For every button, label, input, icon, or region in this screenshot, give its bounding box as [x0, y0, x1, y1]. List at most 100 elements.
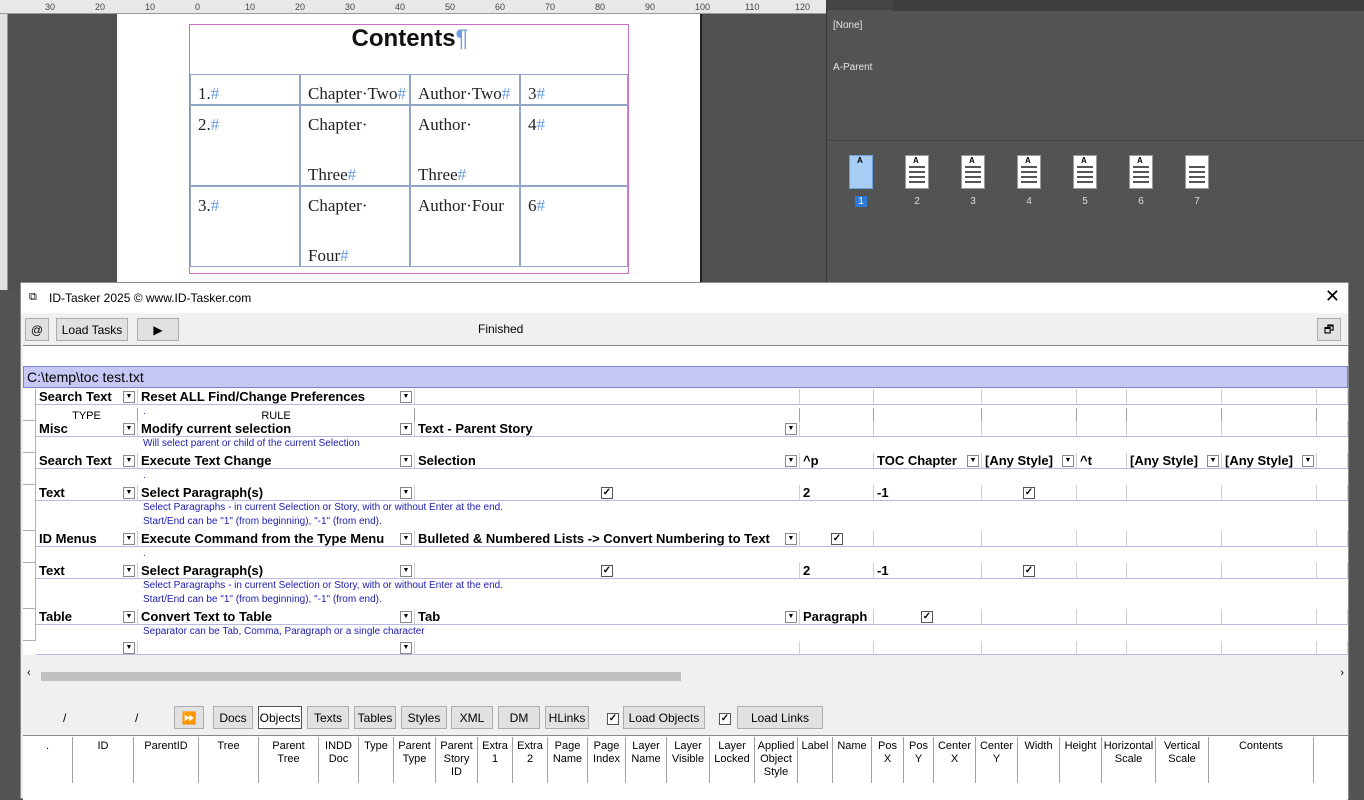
dropdown-arrow-icon[interactable]: ▼: [123, 487, 135, 499]
task-cell-rule[interactable]: Execute Command from the Type Menu ▼: [138, 531, 415, 547]
page-thumbnail[interactable]: A: [1017, 155, 1041, 189]
page-number[interactable]: 4: [1017, 196, 1041, 207]
scroll-left-icon[interactable]: ‹: [27, 667, 31, 679]
dropdown-arrow-icon[interactable]: ▼: [785, 533, 797, 545]
object-column-header[interactable]: Extra 2: [513, 737, 548, 783]
task-cell-p8[interactable]: [1317, 389, 1348, 405]
task-cell-p3[interactable]: TOC Chapter ▼: [874, 453, 982, 469]
task-cell-p3[interactable]: [874, 421, 982, 437]
object-column-header[interactable]: Height: [1060, 737, 1102, 783]
object-column-header[interactable]: INDD Doc: [319, 737, 359, 783]
task-cell-rule[interactable]: Select Paragraph(s) ▼: [138, 563, 415, 579]
page-number[interactable]: 3: [961, 196, 985, 207]
none-parent-label[interactable]: [None]: [833, 20, 862, 31]
object-column-header[interactable]: Layer Name: [626, 737, 667, 783]
object-column-header[interactable]: Type: [359, 737, 394, 783]
dropdown-arrow-icon[interactable]: ▼: [123, 565, 135, 577]
task-cell-p8[interactable]: [1317, 421, 1348, 437]
task-cell-type[interactable]: ID Menus ▼: [36, 531, 138, 547]
task-cell-p3[interactable]: [874, 531, 982, 547]
row-header[interactable]: [23, 485, 36, 531]
object-column-header[interactable]: Page Index: [588, 737, 626, 783]
horizontal-scrollbar[interactable]: ‹ ›: [23, 667, 1348, 683]
object-column-header[interactable]: Label: [798, 737, 833, 783]
dropdown-arrow-icon[interactable]: ▼: [967, 455, 979, 467]
fast-forward-button[interactable]: ⏩: [174, 706, 204, 729]
task-cell-type[interactable]: Text ▼: [36, 563, 138, 579]
task-cell-p3[interactable]: -1: [874, 563, 982, 579]
row-header[interactable]: [23, 389, 36, 421]
task-cell-p3[interactable]: [874, 389, 982, 405]
task-cell-p8[interactable]: [1317, 453, 1348, 469]
tab-tables-button[interactable]: Tables: [354, 706, 396, 729]
row-checkbox[interactable]: ✓: [1023, 565, 1035, 577]
dropdown-arrow-icon[interactable]: ▼: [1302, 455, 1314, 467]
dropdown-arrow-icon[interactable]: ▼: [400, 391, 412, 403]
page-thumbnail[interactable]: A: [1073, 155, 1097, 189]
dropdown-arrow-icon[interactable]: ▼: [785, 611, 797, 623]
load-objects-button[interactable]: Load Objects: [623, 706, 705, 729]
page-number[interactable]: 2: [905, 196, 929, 207]
play-button[interactable]: ▶: [137, 318, 179, 341]
object-column-header[interactable]: Layer Visible: [667, 737, 710, 783]
at-button[interactable]: @: [25, 318, 49, 341]
task-cell-p7[interactable]: [1222, 563, 1317, 579]
a-parent-label[interactable]: A-Parent: [833, 62, 872, 73]
object-column-header[interactable]: Layer Locked: [710, 737, 755, 783]
task-cell-p7[interactable]: [1222, 531, 1317, 547]
close-icon[interactable]: ✕: [1325, 286, 1340, 307]
object-column-header[interactable]: Horizontal Scale: [1102, 737, 1156, 783]
tab-hlinks-button[interactable]: HLinks: [545, 706, 589, 729]
tab-dm-button[interactable]: DM: [498, 706, 540, 729]
task-cell-p5[interactable]: [1077, 563, 1127, 579]
object-column-header[interactable]: ParentID: [134, 737, 199, 783]
task-cell-p7[interactable]: [1222, 609, 1317, 625]
row-checkbox[interactable]: ✓: [921, 611, 933, 623]
task-cell-type[interactable]: Search Text ▼: [36, 453, 138, 469]
empty-cell[interactable]: [1127, 641, 1222, 655]
task-cell-p8[interactable]: [1317, 485, 1348, 501]
tab-docs-button[interactable]: Docs: [213, 706, 253, 729]
dropdown-arrow-icon[interactable]: ▼: [123, 391, 135, 403]
page-thumbnail[interactable]: A: [905, 155, 929, 189]
task-cell-p6[interactable]: [Any Style] ▼: [1127, 453, 1222, 469]
dropdown-arrow-icon[interactable]: ▼: [123, 611, 135, 623]
object-column-header[interactable]: Pos X: [872, 737, 904, 783]
task-cell-p8[interactable]: [1317, 609, 1348, 625]
object-column-header[interactable]: Center Y: [976, 737, 1018, 783]
task-cell-p7[interactable]: [1222, 485, 1317, 501]
task-cell-p5[interactable]: [1077, 531, 1127, 547]
task-cell-p2[interactable]: [800, 421, 874, 437]
task-cell-p8[interactable]: [1317, 531, 1348, 547]
empty-cell[interactable]: [1317, 641, 1348, 655]
object-column-header[interactable]: Parent Story ID: [436, 737, 478, 783]
object-column-header[interactable]: ID: [73, 737, 134, 783]
task-cell-p6[interactable]: [1127, 485, 1222, 501]
task-cell-p5[interactable]: [1077, 421, 1127, 437]
task-cell-p6[interactable]: [1127, 531, 1222, 547]
dropdown-arrow-icon[interactable]: ▼: [785, 423, 797, 435]
empty-cell[interactable]: [874, 641, 982, 655]
text-frame[interactable]: Contents¶ 1.# Chapter·Two# Author·Two# 3# 2.…: [189, 24, 629, 274]
task-cell-p6[interactable]: [1127, 421, 1222, 437]
empty-cell[interactable]: ▼: [138, 641, 415, 655]
task-cell-p7[interactable]: [1222, 421, 1317, 437]
task-cell-p1[interactable]: Selection ▼: [415, 453, 800, 469]
file-path-row[interactable]: C:\temp\toc test.txt: [23, 366, 1348, 388]
tab-xml-button[interactable]: XML: [451, 706, 493, 729]
page-thumbnail[interactable]: A: [849, 155, 873, 189]
task-cell-p2[interactable]: ^p: [800, 453, 874, 469]
object-column-header[interactable]: .: [23, 737, 73, 783]
object-column-header[interactable]: Page Name: [548, 737, 588, 783]
task-cell-p6[interactable]: [1127, 389, 1222, 405]
empty-cell[interactable]: [415, 641, 800, 655]
task-cell-p4[interactable]: [Any Style] ▼: [982, 453, 1077, 469]
dropdown-arrow-icon[interactable]: ▼: [785, 455, 797, 467]
dropdown-arrow-icon[interactable]: ▼: [400, 487, 412, 499]
empty-cell[interactable]: [1222, 641, 1317, 655]
dropdown-arrow-icon[interactable]: ▼: [400, 533, 412, 545]
task-cell-p4[interactable]: [982, 609, 1077, 625]
task-cell-rule[interactable]: Reset ALL Find/Change Preferences ▼: [138, 389, 415, 405]
row-checkbox[interactable]: ✓: [601, 487, 613, 499]
page-thumbnail[interactable]: [1185, 155, 1209, 189]
